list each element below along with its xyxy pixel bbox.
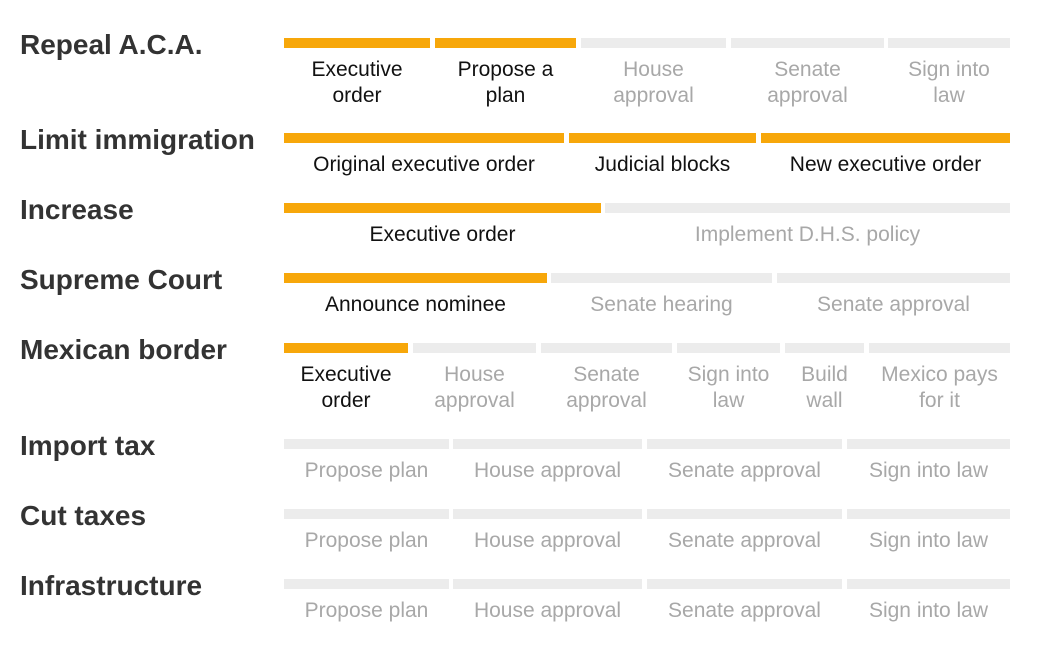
- step-bar-import-tax-sign-into-law: [847, 439, 1010, 449]
- step-label-infrastructure-propose-plan: Propose plan: [304, 599, 429, 622]
- step-bar-mexican-border-house-approval: [413, 343, 536, 353]
- step-label-mexican-border-executive-order: Executive order: [300, 363, 392, 412]
- step-bar-import-tax-house-approval: [453, 439, 642, 449]
- step-bar-mexican-border-executive-order: [284, 343, 408, 353]
- row-title-mexican-border: Mexican border: [20, 334, 227, 365]
- step-bar-cut-taxes-sign-into-law: [847, 509, 1010, 519]
- step-bar-limit-immigration-original-executive-order: [284, 133, 564, 143]
- row-title-supreme-court: Supreme Court: [20, 264, 223, 295]
- step-bar-mexican-border-sign-into-law: [677, 343, 780, 353]
- step-label-infrastructure-senate-approval: Senate approval: [668, 599, 821, 622]
- step-label-mexican-border-sign-into-law: Sign into law: [687, 363, 770, 412]
- step-bar-infrastructure-house-approval: [453, 579, 642, 589]
- step-label-infrastructure-house-approval: House approval: [473, 599, 622, 622]
- step-label-import-tax-propose-plan: Propose plan: [304, 459, 429, 482]
- step-label-mexican-border-mexico-pays-for-it: Mexico pays for it: [881, 363, 998, 412]
- step-label-repeal-a-c-a-house-approval: House approval: [613, 58, 694, 107]
- step-bar-mexican-border-mexico-pays-for-it: [869, 343, 1010, 353]
- row-title-increase: Increase: [20, 194, 134, 225]
- row-title-infrastructure: Infrastructure: [20, 570, 203, 601]
- step-bar-infrastructure-senate-approval: [647, 579, 842, 589]
- row-title-cut-taxes: Cut taxes: [20, 500, 147, 531]
- step-bar-import-tax-senate-approval: [647, 439, 842, 449]
- step-bar-infrastructure-propose-plan: [284, 579, 449, 589]
- step-label-increase-implement-d-h-s-policy: Implement D.H.S. policy: [694, 223, 921, 246]
- step-bar-cut-taxes-propose-plan: [284, 509, 449, 519]
- step-label-increase-executive-order: Executive order: [369, 223, 516, 246]
- step-label-import-tax-senate-approval: Senate approval: [668, 459, 821, 482]
- step-bar-repeal-a-c-a-house-approval: [581, 38, 726, 48]
- step-label-mexican-border-house-approval: House approval: [434, 363, 515, 412]
- row-title-limit-immigration: Limit immigration: [20, 124, 255, 155]
- row-title-repeal-a-c-a: Repeal A.C.A.: [20, 29, 203, 60]
- step-bar-supreme-court-senate-hearing: [551, 273, 772, 283]
- policy-progress-chart: Repeal A.C.A. Executive order Propose a pl…: [0, 0, 1050, 666]
- step-label-import-tax-sign-into-law: Sign into law: [868, 459, 989, 482]
- step-bar-cut-taxes-senate-approval: [647, 509, 842, 519]
- step-bar-increase-executive-order: [284, 203, 601, 213]
- step-bar-mexican-border-build-wall: [785, 343, 864, 353]
- step-label-import-tax-house-approval: House approval: [473, 459, 622, 482]
- step-bar-supreme-court-announce-nominee: [284, 273, 547, 283]
- step-bar-mexican-border-senate-approval: [541, 343, 672, 353]
- step-bar-import-tax-propose-plan: [284, 439, 449, 449]
- step-bar-repeal-a-c-a-sign-into-law: [888, 38, 1010, 48]
- step-label-repeal-a-c-a-executive-order: Executive order: [311, 58, 403, 107]
- step-bar-repeal-a-c-a-propose-a-plan: [435, 38, 576, 48]
- step-label-limit-immigration-original-executive-order: Original executive order: [313, 153, 535, 176]
- step-bar-increase-implement-d-h-s-policy: [605, 203, 1010, 213]
- step-label-limit-immigration-new-executive-order: New executive order: [789, 153, 982, 176]
- step-label-supreme-court-senate-hearing: Senate hearing: [590, 293, 733, 316]
- step-bar-cut-taxes-house-approval: [453, 509, 642, 519]
- step-label-repeal-a-c-a-senate-approval: Senate approval: [767, 58, 848, 107]
- row-title-import-tax: Import tax: [20, 430, 156, 461]
- step-label-mexican-border-build-wall: Build wall: [801, 363, 848, 412]
- step-label-cut-taxes-house-approval: House approval: [473, 529, 622, 552]
- step-label-mexican-border-senate-approval: Senate approval: [566, 363, 647, 412]
- step-bar-limit-immigration-judicial-blocks: [569, 133, 756, 143]
- step-label-cut-taxes-propose-plan: Propose plan: [304, 529, 429, 552]
- step-bar-repeal-a-c-a-executive-order: [284, 38, 430, 48]
- step-label-cut-taxes-senate-approval: Senate approval: [668, 529, 821, 552]
- step-label-supreme-court-announce-nominee: Announce nominee: [325, 293, 506, 316]
- step-label-supreme-court-senate-approval: Senate approval: [817, 293, 970, 316]
- step-bar-supreme-court-senate-approval: [777, 273, 1010, 283]
- step-label-limit-immigration-judicial-blocks: Judicial blocks: [594, 153, 731, 176]
- step-label-cut-taxes-sign-into-law: Sign into law: [868, 529, 989, 552]
- step-bar-limit-immigration-new-executive-order: [761, 133, 1010, 143]
- step-label-repeal-a-c-a-sign-into-law: Sign into law: [908, 58, 990, 107]
- step-label-repeal-a-c-a-propose-a-plan: Propose a plan: [457, 58, 554, 107]
- step-bar-infrastructure-sign-into-law: [847, 579, 1010, 589]
- step-bar-repeal-a-c-a-senate-approval: [731, 38, 884, 48]
- step-label-infrastructure-sign-into-law: Sign into law: [868, 599, 989, 622]
